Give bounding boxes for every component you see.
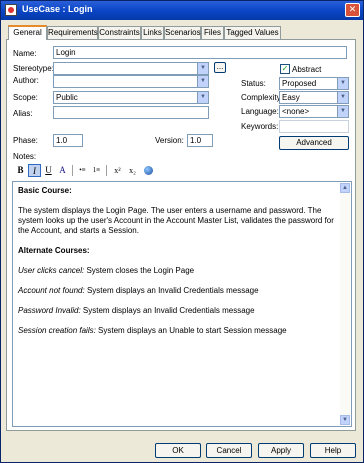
chevron-down-icon[interactable]: ▼ <box>337 78 348 89</box>
general-panel: Name: Login Stereotype: ▼ ... ✓ Abstract… <box>6 39 356 431</box>
scroll-up-icon[interactable]: ▲ <box>340 183 350 193</box>
tab-links[interactable]: Links <box>141 26 164 40</box>
language-combo[interactable]: <none> ▼ <box>279 105 349 118</box>
author-label: Author: <box>13 76 39 85</box>
keywords-field[interactable] <box>279 120 349 133</box>
tab-tagged-values[interactable]: Tagged Values <box>224 26 281 40</box>
name-label: Name: <box>13 49 37 58</box>
version-label: Version: <box>155 136 184 145</box>
chevron-down-icon[interactable]: ▼ <box>337 106 348 117</box>
scroll-down-icon[interactable]: ▼ <box>340 415 350 425</box>
tab-requirements[interactable]: Requirements <box>47 26 98 40</box>
tab-files[interactable]: Files <box>201 26 224 40</box>
alias-field[interactable] <box>53 106 209 119</box>
scope-value: Public <box>56 93 78 102</box>
superscript-button[interactable]: x² <box>111 164 124 177</box>
underline-button[interactable]: U <box>42 164 55 177</box>
bullet-list-button[interactable]: •≡ <box>76 164 89 177</box>
alias-label: Alias: <box>13 109 33 118</box>
alt-course-text: System displays an Invalid Credentials m… <box>84 286 259 295</box>
title-bar[interactable]: UseCase : Login ✕ <box>1 1 363 20</box>
toolbar-separator <box>106 165 107 176</box>
usecase-dialog: UseCase : Login ✕ General Requirements C… <box>0 0 364 463</box>
notes-toolbar: B I U A •≡ 1≡ x² x₂ <box>11 164 353 179</box>
alt-course-name: Session creation fails: <box>18 326 96 335</box>
alt-course-text: System displays an Invalid Credentials m… <box>80 306 255 315</box>
bold-button[interactable]: B <box>14 164 27 177</box>
toolbar-separator <box>72 165 73 176</box>
abstract-label: Abstract <box>292 65 322 74</box>
notes-editor[interactable]: Basic Course: The system displays the Lo… <box>12 181 352 427</box>
chevron-down-icon[interactable]: ▼ <box>197 63 208 74</box>
chevron-down-icon[interactable]: ▼ <box>337 92 348 103</box>
close-button[interactable]: ✕ <box>345 3 360 17</box>
scope-combo[interactable]: Public ▼ <box>53 91 209 104</box>
scope-label: Scope: <box>13 93 38 102</box>
numbered-list-icon: 1≡ <box>92 166 101 174</box>
language-label: Language: <box>241 107 279 116</box>
chevron-down-icon[interactable]: ▼ <box>197 92 208 103</box>
complexity-value: Easy <box>282 93 300 102</box>
version-field[interactable]: 1.0 <box>187 134 213 147</box>
tab-general[interactable]: General <box>8 25 47 40</box>
alt-course-name: User clicks cancel: <box>18 266 85 275</box>
font-color-button[interactable]: A <box>56 164 69 177</box>
chevron-down-icon[interactable]: ▼ <box>197 76 208 87</box>
complexity-label: Complexity: <box>241 93 283 102</box>
phase-field[interactable]: 1.0 <box>53 134 83 147</box>
apply-button[interactable]: Apply <box>258 443 304 458</box>
tab-constraints[interactable]: Constraints <box>98 26 141 40</box>
advanced-button[interactable]: Advanced <box>279 136 349 150</box>
abstract-checkbox[interactable]: ✓ <box>280 64 290 74</box>
keywords-label: Keywords: <box>241 122 279 131</box>
stereotype-browse-button[interactable]: ... <box>214 62 226 73</box>
cancel-button[interactable]: Cancel <box>206 443 252 458</box>
status-label: Status: <box>241 79 266 88</box>
notes-label: Notes: <box>13 152 37 161</box>
language-value: <none> <box>282 107 310 116</box>
notes-body: The system displays the Login Page. The … <box>18 206 334 235</box>
notes-scrollbar[interactable]: ▲ ▼ <box>340 183 350 425</box>
subscript-button[interactable]: x₂ <box>126 164 139 177</box>
alt-course-name: Account not found: <box>18 286 85 295</box>
complexity-combo[interactable]: Easy ▼ <box>279 91 349 104</box>
italic-button[interactable]: I <box>28 164 41 177</box>
notes-heading-alternate: Alternate Courses: <box>18 246 90 255</box>
status-value: Proposed <box>282 79 317 88</box>
font-color-icon: A <box>59 165 66 175</box>
stereotype-combo[interactable]: ▼ <box>53 62 209 75</box>
usecase-icon <box>5 4 17 16</box>
status-combo[interactable]: Proposed ▼ <box>279 77 349 90</box>
notes-heading-basic: Basic Course: <box>18 186 72 195</box>
bullet-list-icon: •≡ <box>79 166 86 174</box>
alt-course-text: System displays an Unable to start Sessi… <box>95 326 287 335</box>
spellcheck-icon <box>144 166 153 175</box>
name-field[interactable]: Login <box>53 46 347 59</box>
alt-course-name: Password Invalid: <box>18 306 81 315</box>
alt-course-text: System closes the Login Page <box>84 266 195 275</box>
author-combo[interactable]: ▼ <box>53 75 209 88</box>
tab-scenarios[interactable]: Scenarios <box>164 26 201 40</box>
stereotype-label: Stereotype: <box>13 64 54 73</box>
numbered-list-button[interactable]: 1≡ <box>90 164 103 177</box>
ok-button[interactable]: OK <box>155 443 201 458</box>
window-title: UseCase : Login <box>22 4 93 14</box>
spellcheck-button[interactable] <box>142 164 155 177</box>
phase-label: Phase: <box>13 136 38 145</box>
help-button[interactable]: Help <box>310 443 356 458</box>
